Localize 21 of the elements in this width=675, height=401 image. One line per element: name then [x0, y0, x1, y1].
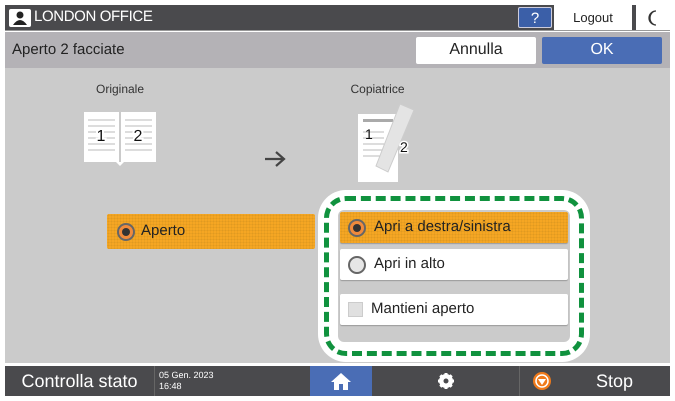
logout-button[interactable]: Logout: [554, 5, 632, 30]
stop-button[interactable]: Stop: [520, 366, 670, 396]
radio-option[interactable]: Apri in alto: [340, 249, 568, 280]
ok-button[interactable]: OK: [542, 36, 662, 64]
home-icon: [330, 371, 352, 391]
aperto-option[interactable]: Aperto: [107, 214, 315, 249]
time-text: 16:48: [159, 381, 183, 392]
user-name: LONDON OFFICE: [34, 7, 152, 28]
radio-option[interactable]: Apri a destra/sinistra: [340, 212, 568, 243]
original-label: Originale: [96, 81, 144, 98]
copier-label: Copiatrice: [350, 81, 405, 98]
user-icon: [9, 8, 31, 26]
stop-icon: [532, 371, 552, 391]
status-button[interactable]: Controlla stato: [5, 366, 155, 396]
checkbox-option[interactable]: Mantieni aperto: [340, 294, 568, 325]
screen-title: Aperto 2 facciate: [12, 40, 126, 60]
date-text: 05 Gen. 2023: [159, 370, 215, 381]
arrow-icon: [263, 150, 287, 168]
help-button[interactable]: ?: [518, 7, 552, 28]
cancel-button[interactable]: Annulla: [416, 36, 536, 64]
home-button[interactable]: [310, 366, 372, 396]
